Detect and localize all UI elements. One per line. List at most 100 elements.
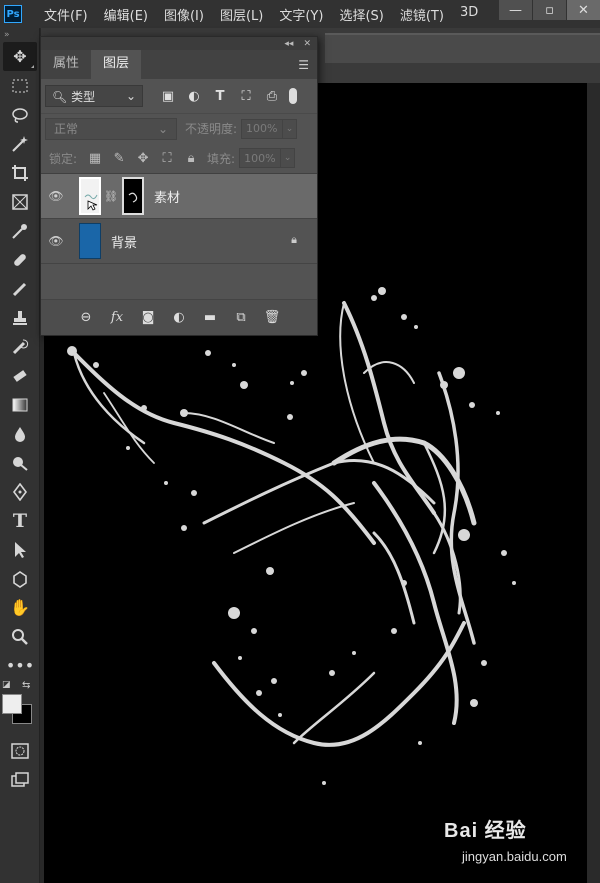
- zoom-tool-icon[interactable]: [3, 622, 37, 651]
- opacity-label: 不透明度:: [185, 122, 238, 136]
- opacity-input[interactable]: 100%: [241, 118, 284, 139]
- default-colors-icon[interactable]: ◪: [2, 680, 11, 690]
- lock-position-icon[interactable]: ✥: [131, 151, 155, 166]
- blend-mode-select[interactable]: 正常 ⌄: [45, 117, 177, 140]
- eyedropper-tool-icon[interactable]: [3, 216, 37, 245]
- close-button[interactable]: ✕: [567, 0, 600, 20]
- shape-filter-icon[interactable]: ⛶: [233, 89, 259, 104]
- chain-link-icon[interactable]: ⛓: [104, 190, 118, 203]
- tab-properties[interactable]: 属性: [41, 50, 91, 79]
- more-tools-icon[interactable]: •••: [3, 651, 37, 680]
- type-filter-icon[interactable]: T: [207, 89, 233, 104]
- menu-3d[interactable]: 3D: [460, 5, 478, 24]
- watermark-logo: Bai 经验: [444, 820, 527, 842]
- eye-icon[interactable]: 👁︎: [41, 234, 71, 248]
- new-layer-icon[interactable]: ⧉: [226, 310, 257, 325]
- menu-select[interactable]: 选择(S): [339, 5, 383, 24]
- pen-tool-icon[interactable]: [3, 477, 37, 506]
- watermark-url: jingyan.baidu.com: [462, 849, 567, 864]
- hand-tool-icon[interactable]: ✋: [3, 593, 37, 622]
- layer-row-background[interactable]: 👁︎ 背景 🔒︎: [41, 219, 317, 264]
- lock-transparent-icon[interactable]: ▦: [83, 151, 107, 166]
- pixel-filter-icon[interactable]: ▣: [155, 89, 181, 104]
- fill-input[interactable]: 100%: [239, 148, 282, 168]
- tab-layers[interactable]: 图层: [91, 50, 142, 79]
- menu-filter[interactable]: 滤镜(T): [400, 5, 444, 24]
- minimize-button[interactable]: —: [499, 0, 532, 20]
- fill-label: 填充:: [207, 151, 236, 166]
- blend-row: 正常 ⌄ 不透明度: 100% ⌄: [41, 113, 317, 143]
- marquee-tool-icon[interactable]: [3, 71, 37, 100]
- window-controls: — ▫ ✕: [498, 0, 600, 20]
- opacity-dropdown-icon[interactable]: ⌄: [283, 118, 298, 139]
- eraser-tool-icon[interactable]: [3, 361, 37, 390]
- folder-icon[interactable]: ▬: [195, 310, 226, 325]
- kind-filter-select[interactable]: 🔍︎ 类型 ⌄: [45, 85, 143, 107]
- search-icon: 🔍︎: [52, 89, 68, 104]
- photoshop-logo: Ps: [4, 5, 22, 23]
- document-tab[interactable]: [325, 33, 600, 63]
- layer-mask-thumbnail[interactable]: [121, 177, 144, 215]
- layer-filter-row: 🔍︎ 类型 ⌄ ▣ ◐ T ⛶ ⎙: [41, 79, 317, 113]
- toolbar-collapse-icon[interactable]: »: [0, 28, 39, 42]
- menu-edit[interactable]: 编辑(E): [104, 5, 148, 24]
- layer-thumbnail[interactable]: [79, 223, 101, 259]
- brush-tool-icon[interactable]: [3, 274, 37, 303]
- foreground-color-swatch[interactable]: [2, 694, 22, 714]
- crop-tool-icon[interactable]: [3, 158, 37, 187]
- layer-name[interactable]: 背景: [111, 232, 137, 251]
- menu-type[interactable]: 文字(Y): [279, 5, 323, 24]
- panel-menu-icon[interactable]: ☰: [298, 58, 309, 72]
- add-mask-icon[interactable]: ◙: [133, 310, 164, 325]
- lock-label: 锁定:: [49, 151, 78, 166]
- quick-mask-icon[interactable]: [3, 736, 37, 765]
- layer-thumbnail[interactable]: [79, 177, 101, 215]
- clone-stamp-tool-icon[interactable]: [3, 303, 37, 332]
- fill-dropdown-icon[interactable]: ⌄: [281, 148, 296, 168]
- layer-name[interactable]: 素材: [154, 187, 180, 206]
- menu-bar: Ps 文件(F) 编辑(E) 图像(I) 图层(L) 文字(Y) 选择(S) 滤…: [0, 0, 600, 28]
- move-tool-icon[interactable]: ✥: [3, 42, 37, 71]
- tools-panel: » ✥ T ✋ ••• ◪ ⇆: [0, 28, 40, 883]
- panel-footer: ⊖ fx ◙ ◐ ▬ ⧉ 🗑︎: [41, 299, 317, 335]
- chevron-down-icon: ⌄: [125, 89, 136, 103]
- menu-file[interactable]: 文件(F): [44, 5, 88, 24]
- lock-image-icon[interactable]: ✎: [107, 151, 131, 166]
- maximize-button[interactable]: ▫: [533, 0, 566, 20]
- gradient-tool-icon[interactable]: [3, 390, 37, 419]
- blend-mode-value: 正常: [54, 122, 79, 136]
- panel-collapse-icon[interactable]: ◂◂: [284, 39, 293, 49]
- path-selection-tool-icon[interactable]: [3, 535, 37, 564]
- lock-artboard-icon[interactable]: ⛶: [155, 151, 179, 166]
- blur-tool-icon[interactable]: [3, 419, 37, 448]
- trash-icon[interactable]: 🗑︎: [257, 310, 288, 325]
- lock-icons: ▦ ✎ ✥ ⛶ 🔒︎: [83, 151, 203, 166]
- layers-panel: ◂◂ ✕ 属性 图层 ☰ 🔍︎ 类型 ⌄ ▣ ◐ T ⛶ ⎙ 正常 ⌄ 不透明度…: [40, 36, 318, 336]
- kind-filter-label: 类型: [71, 89, 96, 104]
- magic-wand-tool-icon[interactable]: [3, 129, 37, 158]
- healing-brush-tool-icon[interactable]: [3, 245, 37, 274]
- swap-colors-icon[interactable]: ⇆: [22, 680, 30, 691]
- eye-icon[interactable]: 👁︎: [41, 189, 71, 203]
- type-tool-icon[interactable]: T: [3, 506, 37, 535]
- shape-tool-icon[interactable]: [3, 564, 37, 593]
- link-icon[interactable]: ⊖: [71, 310, 102, 325]
- screen-mode-icon[interactable]: [3, 765, 37, 794]
- panel-close-icon[interactable]: ✕: [303, 39, 311, 49]
- smart-object-filter-icon[interactable]: ⎙: [259, 89, 285, 104]
- lasso-tool-icon[interactable]: [3, 100, 37, 129]
- fx-icon[interactable]: fx: [102, 310, 133, 325]
- menu-layer[interactable]: 图层(L): [220, 5, 263, 24]
- frame-tool-icon[interactable]: [3, 187, 37, 216]
- layer-row-sucai[interactable]: 👁︎ ⛓ 素材: [41, 174, 317, 219]
- canvas-scroll-margin: [587, 83, 600, 883]
- adjustment-filter-icon[interactable]: ◐: [181, 89, 207, 104]
- main-menu: 文件(F) 编辑(E) 图像(I) 图层(L) 文字(Y) 选择(S) 滤镜(T…: [44, 5, 494, 24]
- history-brush-tool-icon[interactable]: [3, 332, 37, 361]
- filter-icons: ▣ ◐ T ⛶ ⎙: [155, 89, 285, 104]
- filter-toggle[interactable]: [289, 88, 297, 104]
- menu-image[interactable]: 图像(I): [164, 5, 204, 24]
- dodge-tool-icon[interactable]: [3, 448, 37, 477]
- adjustment-layer-icon[interactable]: ◐: [164, 310, 195, 325]
- lock-all-icon[interactable]: 🔒︎: [179, 151, 203, 166]
